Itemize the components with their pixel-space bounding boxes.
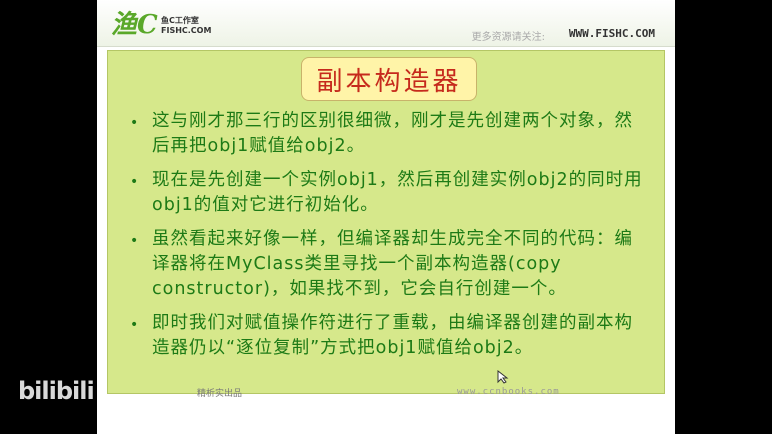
bullet-list: • 这与刚才那三行的区别很细微，刚才是先创建两个对象，然后再把obj1赋值给ob…	[126, 109, 651, 370]
slide-header: 渔C 鱼C工作室 FISHC.COM 更多资源请关注: WWW.FISHC.CO…	[97, 0, 675, 47]
footer-url: www.ccnbooks.com	[457, 387, 560, 397]
header-tagline: 更多资源请关注:	[471, 32, 545, 43]
fishc-logo-en: FISHC.COM	[161, 26, 212, 35]
bullet-marker: •	[130, 174, 139, 190]
bullet-text: 即时我们对赋值操作符进行了重载，由编译器创建的副本构造器仍以“逐位复制”方式把o…	[152, 313, 633, 358]
header-url: WWW.FISHC.COM	[568, 27, 655, 40]
bullet-marker: •	[130, 317, 139, 333]
slide-title-box: 副本构造器	[301, 57, 477, 101]
bullet-text: 现在是先创建一个实例obj1，然后再创建实例obj2的同时用obj1的值对它进行…	[152, 170, 643, 215]
list-item: • 即时我们对赋值操作符进行了重载，由编译器创建的副本构造器仍以“逐位复制”方式…	[126, 311, 651, 361]
video-frame: 渔C 鱼C工作室 FISHC.COM 更多资源请关注: WWW.FISHC.CO…	[97, 0, 675, 434]
cursor-icon	[497, 370, 509, 384]
bilibili-watermark-logo: bilibili	[18, 377, 95, 405]
slide-body: 副本构造器 • 这与刚才那三行的区别很细微，刚才是先创建两个对象，然后再把obj…	[107, 50, 665, 394]
bullet-marker: •	[130, 115, 139, 131]
fishc-logo-cn: 鱼C工作室	[161, 16, 199, 25]
bullet-text: 虽然看起来好像一样，但编译器却生成完全不同的代码：编译器将在MyClass类里寻…	[152, 229, 633, 299]
list-item: • 虽然看起来好像一样，但编译器却生成完全不同的代码：编译器将在MyClass类…	[126, 227, 651, 302]
fishc-logo-script: 渔C	[111, 10, 158, 40]
list-item: • 现在是先创建一个实例obj1，然后再创建实例obj2的同时用obj1的值对它…	[126, 168, 651, 218]
bilibili-watermark-text: av7595819 11:09/15:12	[112, 396, 319, 412]
bullet-marker: •	[130, 233, 139, 249]
bullet-text: 这与刚才那三行的区别很细微，刚才是先创建两个对象，然后再把obj1赋值给obj2…	[152, 111, 633, 156]
slide-title: 副本构造器	[316, 66, 462, 97]
list-item: • 这与刚才那三行的区别很细微，刚才是先创建两个对象，然后再把obj1赋值给ob…	[126, 109, 651, 159]
